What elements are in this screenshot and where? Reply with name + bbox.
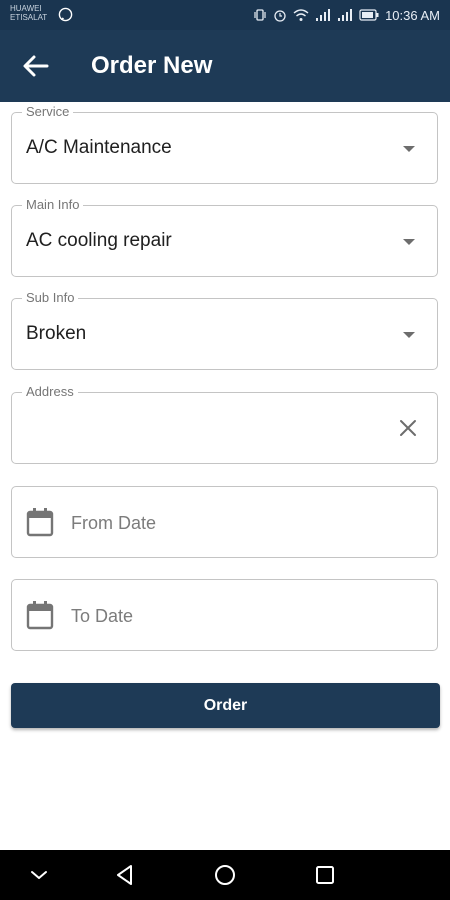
status-time: 10:36 AM (385, 7, 440, 23)
to-date-field[interactable]: To Date (11, 579, 438, 651)
calendar-icon (26, 508, 54, 537)
recents-square-icon[interactable] (313, 863, 337, 887)
status-bar: HUAWEI ETISALAT 10:36 AM (0, 0, 450, 30)
from-date-field[interactable]: From Date (11, 486, 438, 558)
carrier-line-1: HUAWEI (10, 4, 42, 13)
carrier-label: HUAWEI ETISALAT (10, 4, 47, 22)
to-date-placeholder: To Date (71, 606, 134, 626)
sub-info-dropdown[interactable]: Sub Info Broken (11, 290, 438, 370)
system-nav-bar (0, 850, 450, 900)
dropdown-arrow-icon (403, 146, 415, 152)
order-button[interactable]: Order (11, 683, 440, 728)
page-title: Order New (91, 52, 213, 79)
status-icons: 10:36 AM (253, 0, 440, 30)
whatsapp-icon (58, 7, 73, 22)
address-label: Address (22, 384, 78, 400)
home-circle-icon[interactable] (213, 863, 237, 887)
vibrate-icon (254, 9, 266, 21)
service-dropdown[interactable]: Service A/C Maintenance (11, 104, 438, 184)
sub-info-value: Broken (26, 323, 87, 344)
arrow-left-icon[interactable] (20, 52, 52, 80)
chevron-down-icon[interactable] (27, 863, 51, 887)
sub-info-label: Sub Info (22, 290, 79, 306)
wifi-icon (293, 9, 309, 21)
dropdown-arrow-icon (403, 332, 415, 338)
back-triangle-icon[interactable] (113, 863, 137, 887)
alarm-icon (274, 10, 286, 22)
app-bar: Order New (0, 30, 450, 102)
address-input[interactable]: Address (11, 384, 438, 464)
main-info-dropdown[interactable]: Main Info AC cooling repair (11, 197, 438, 277)
close-icon[interactable] (397, 417, 419, 439)
service-value: A/C Maintenance (26, 137, 172, 158)
carrier-line-2: ETISALAT (10, 13, 48, 22)
signal-icon (316, 9, 331, 21)
battery-icon (359, 9, 379, 21)
calendar-icon (26, 601, 54, 630)
dropdown-arrow-icon (403, 239, 415, 245)
main-info-label: Main Info (22, 197, 84, 213)
from-date-placeholder: From Date (71, 513, 157, 533)
service-label: Service (22, 104, 74, 120)
main-info-value: AC cooling repair (26, 230, 172, 251)
signal-icon (338, 9, 353, 21)
